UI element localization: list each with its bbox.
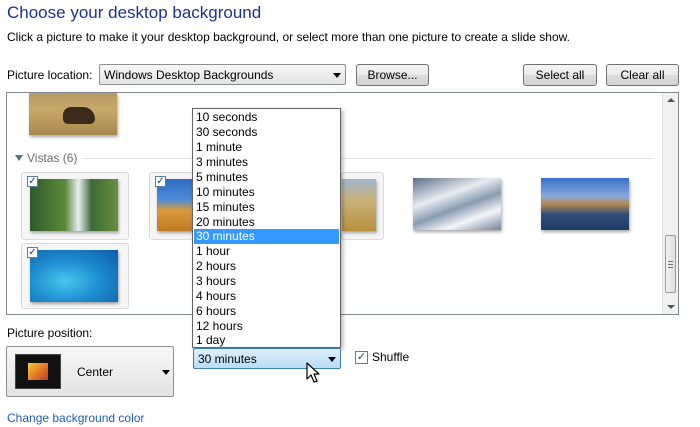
wallpaper-thumbnail-bison[interactable] — [29, 93, 117, 135]
chevron-down-icon — [162, 370, 170, 375]
interval-option[interactable]: 6 hours — [194, 304, 339, 319]
collapse-arrow-icon[interactable] — [15, 155, 23, 161]
picture-location-select[interactable]: Windows Desktop Backgrounds — [99, 64, 346, 85]
browse-button[interactable]: Browse... — [356, 64, 429, 86]
bison-shape — [63, 107, 95, 124]
picture-position-select[interactable]: Center — [6, 346, 174, 397]
interval-option[interactable]: 4 hours — [194, 289, 339, 304]
wallpaper-tile-desert[interactable]: ✓ — [149, 172, 194, 240]
interval-option[interactable]: 3 minutes — [194, 155, 339, 170]
clear-all-button[interactable]: Clear all — [606, 64, 679, 86]
interval-option[interactable]: 1 day — [194, 333, 339, 348]
checkbox-blue-fish[interactable]: ✓ — [27, 247, 38, 258]
wallpaper-thumbnail-waterfall — [30, 179, 118, 231]
interval-option[interactable]: 2 hours — [194, 259, 339, 274]
picture-position-value: Center — [77, 365, 114, 379]
scrollbar-thumb[interactable] — [665, 235, 676, 293]
position-preview-icon — [15, 354, 61, 389]
wallpaper-tile-blue-fish[interactable]: ✓ — [21, 243, 129, 309]
wallpaper-thumbnail-snowy-mountains[interactable] — [413, 178, 501, 230]
gallery-scrollbar[interactable] — [662, 93, 678, 314]
interval-option[interactable]: 3 hours — [194, 274, 339, 289]
interval-option[interactable]: 1 minute — [194, 140, 339, 155]
interval-option-highlighted[interactable]: 30 minutes — [194, 229, 339, 244]
wallpaper-thumbnail-wheat — [342, 179, 376, 231]
wallpaper-thumbnail-blue-fish — [30, 250, 118, 302]
interval-option[interactable]: 10 minutes — [194, 185, 339, 200]
interval-option[interactable]: 15 minutes — [194, 200, 339, 215]
interval-dropdown-list[interactable]: 10 seconds 30 seconds 1 minute 3 minutes… — [192, 108, 341, 348]
chevron-down-icon — [328, 357, 336, 362]
wallpaper-tile-waterfall[interactable]: ✓ — [21, 172, 129, 240]
checkbox-waterfall[interactable]: ✓ — [27, 176, 38, 187]
shuffle-checkbox[interactable]: ✓ — [355, 351, 368, 364]
interval-option[interactable]: 1 hour — [194, 244, 339, 259]
picture-position-label: Picture position: — [7, 326, 93, 340]
wallpaper-tile-wheat[interactable] — [341, 172, 384, 240]
wallpaper-thumbnail-lake-mountains[interactable] — [541, 178, 629, 230]
interval-option[interactable]: 20 minutes — [194, 215, 339, 230]
group-divider — [82, 158, 654, 159]
interval-option[interactable]: 12 hours — [194, 319, 339, 334]
mouse-cursor-icon — [306, 362, 320, 383]
interval-option[interactable]: 5 minutes — [194, 170, 339, 185]
interval-select-value: 30 minutes — [198, 352, 257, 366]
checkbox-desert[interactable]: ✓ — [155, 176, 166, 187]
select-all-button[interactable]: Select all — [523, 64, 597, 86]
shuffle-label[interactable]: Shuffle — [372, 350, 409, 364]
scroll-up-icon[interactable] — [667, 98, 675, 102]
picture-gallery[interactable]: Vistas (6) ✓ ✓ ✓ — [6, 92, 679, 315]
picture-location-label: Picture location: — [7, 68, 93, 82]
page-subtitle: Click a picture to make it your desktop … — [7, 30, 570, 44]
scroll-down-icon[interactable] — [667, 305, 675, 309]
interval-option[interactable]: 10 seconds — [194, 110, 339, 125]
change-background-color-link[interactable]: Change background color — [7, 411, 144, 425]
interval-option[interactable]: 30 seconds — [194, 125, 339, 140]
page-title: Choose your desktop background — [7, 3, 262, 22]
group-header-vistas[interactable]: Vistas (6) — [27, 151, 77, 165]
chevron-down-icon — [333, 73, 341, 78]
picture-location-value: Windows Desktop Backgrounds — [104, 68, 274, 82]
